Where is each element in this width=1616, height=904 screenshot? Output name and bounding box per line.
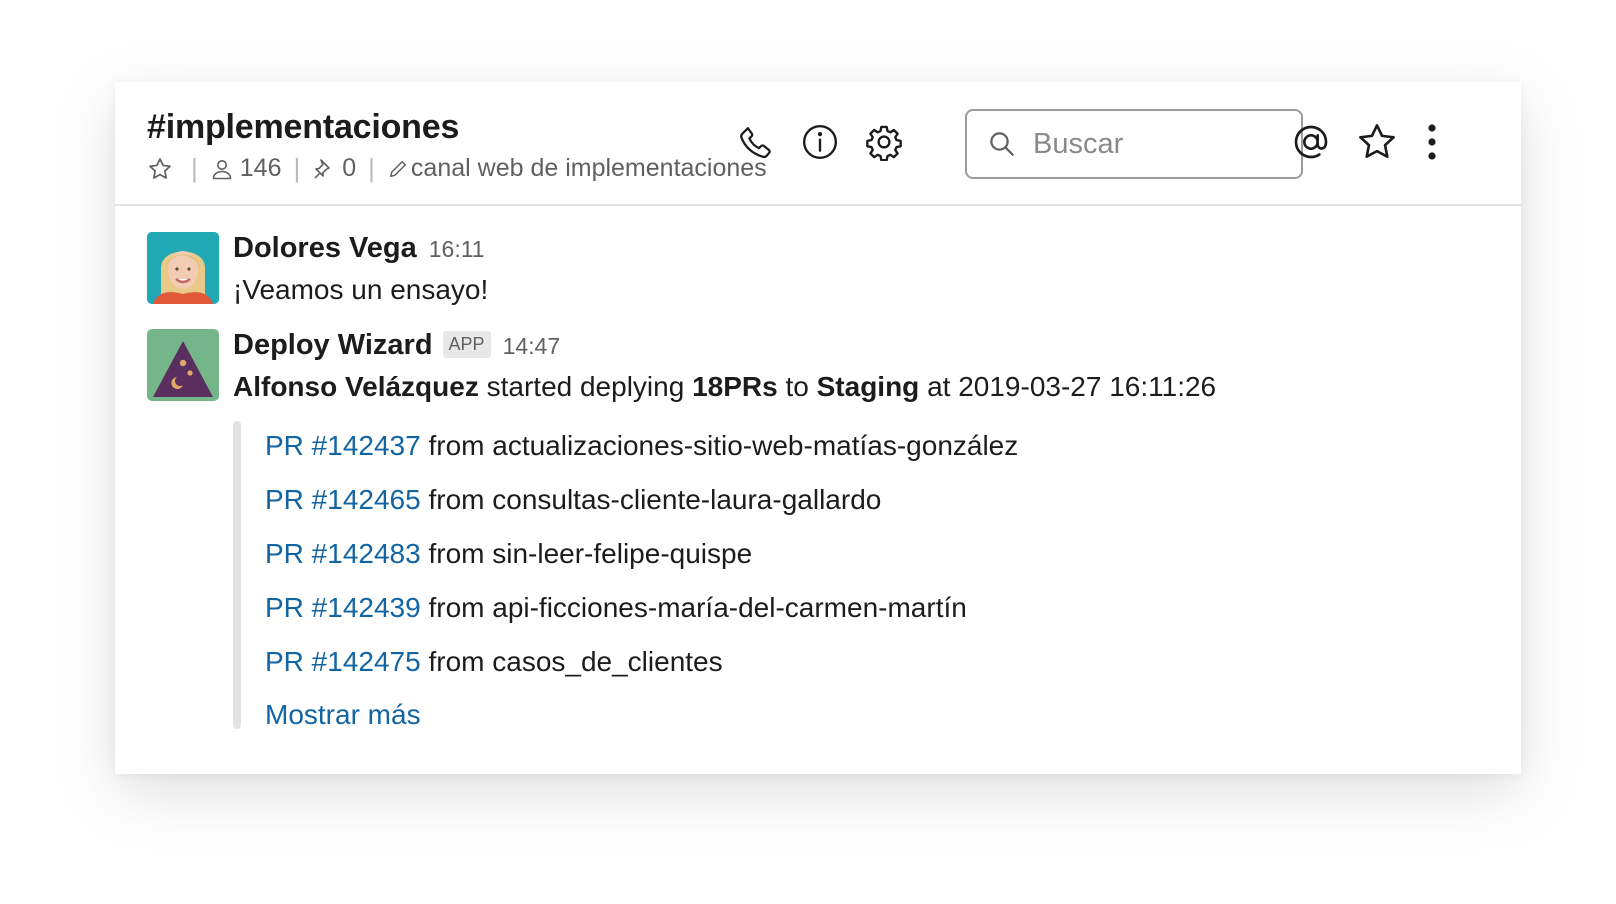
phone-icon[interactable] [734,120,778,164]
deploy-user: Alfonso Velázquez [233,371,479,402]
message-timestamp[interactable]: 16:11 [429,236,485,263]
pr-link[interactable]: PR #142439 [265,592,421,623]
list-item: PR #142439 from api-ficciones-maría-del-… [265,591,1018,645]
list-item: PR #142437 from actualizaciones-sitio-we… [265,429,1018,483]
message-item: Dolores Vega 16:11 ¡Veamos un ensayo! [147,232,1447,312]
deploy-count: 18PRs [692,371,778,402]
meta-separator: | [368,153,375,183]
channel-title[interactable]: #implementaciones [147,108,459,147]
deploy-action: started deplying [478,371,693,402]
star-icon[interactable] [147,156,173,182]
attachment: PR #142437 from actualizaciones-sitio-we… [233,421,1233,731]
pr-link[interactable]: PR #142483 [265,538,421,569]
show-more-link[interactable]: Mostrar más [265,699,1018,731]
more-vertical-icon[interactable] [1412,120,1452,164]
channel-meta: | 146 | 0 | canal web de implementacione… [147,153,767,184]
pr-list: PR #142437 from actualizaciones-sitio-we… [265,429,1018,731]
at-icon[interactable] [1287,120,1335,164]
meta-separator: | [191,153,198,183]
pr-branch: from consultas-cliente-laura-gallardo [420,484,882,515]
deploy-time: at 2019-03-27 16:11:26 [919,371,1217,402]
message-text: ¡Veamos un ensayo! [233,274,489,305]
message-header: Dolores Vega 16:11 [233,232,485,265]
pr-branch: from api-ficciones-maría-del-carmen-mart… [420,592,967,623]
avatar[interactable] [147,329,219,401]
author-name[interactable]: Dolores Vega [233,232,417,265]
gear-icon[interactable] [862,120,906,164]
member-count[interactable]: 146 [240,154,282,183]
list-item: PR #142475 from casos_de_clientes [265,645,1018,699]
list-item: PR #142465 from consultas-cliente-laura-… [265,483,1018,537]
pr-link[interactable]: PR #142465 [265,484,421,515]
author-name[interactable]: Deploy Wizard [233,329,433,362]
message-text: Alfonso Velázquez started deplying 18PRs… [233,371,1216,403]
pinned-count[interactable]: 0 [342,154,356,183]
deploy-env: Staging [816,371,920,402]
search-icon [987,129,1017,159]
meta-separator: | [293,153,301,183]
app-badge: APP [442,331,491,358]
person-icon [210,157,234,181]
channel-topic[interactable]: canal web de implementaciones [411,154,767,183]
pr-branch: from sin-leer-felipe-quispe [420,538,753,569]
channel-header: #implementaciones | 146 | 0 | canal web … [115,82,1521,206]
avatar[interactable] [147,232,219,304]
info-icon[interactable] [798,120,842,164]
message-item: Deploy Wizard APP 14:47 Alfonso Velázque… [147,329,1447,749]
pr-branch: from casos_de_clientes [420,646,723,677]
pin-icon [312,157,336,181]
search-input[interactable] [1031,126,1285,162]
deploy-to: to [777,371,817,402]
message-timestamp[interactable]: 14:47 [503,333,561,360]
list-item: PR #142483 from sin-leer-felipe-quispe [265,537,1018,591]
pencil-icon [387,158,409,180]
pr-link[interactable]: PR #142437 [265,430,421,461]
channel-window: #implementaciones | 146 | 0 | canal web … [115,82,1521,774]
search-box[interactable] [965,109,1303,179]
message-header: Deploy Wizard APP 14:47 [233,329,560,362]
attachment-bar [233,421,241,729]
pr-link[interactable]: PR #142475 [265,646,421,677]
pr-branch: from actualizaciones-sitio-web-matías-go… [420,430,1019,461]
star-icon[interactable] [1355,120,1399,164]
